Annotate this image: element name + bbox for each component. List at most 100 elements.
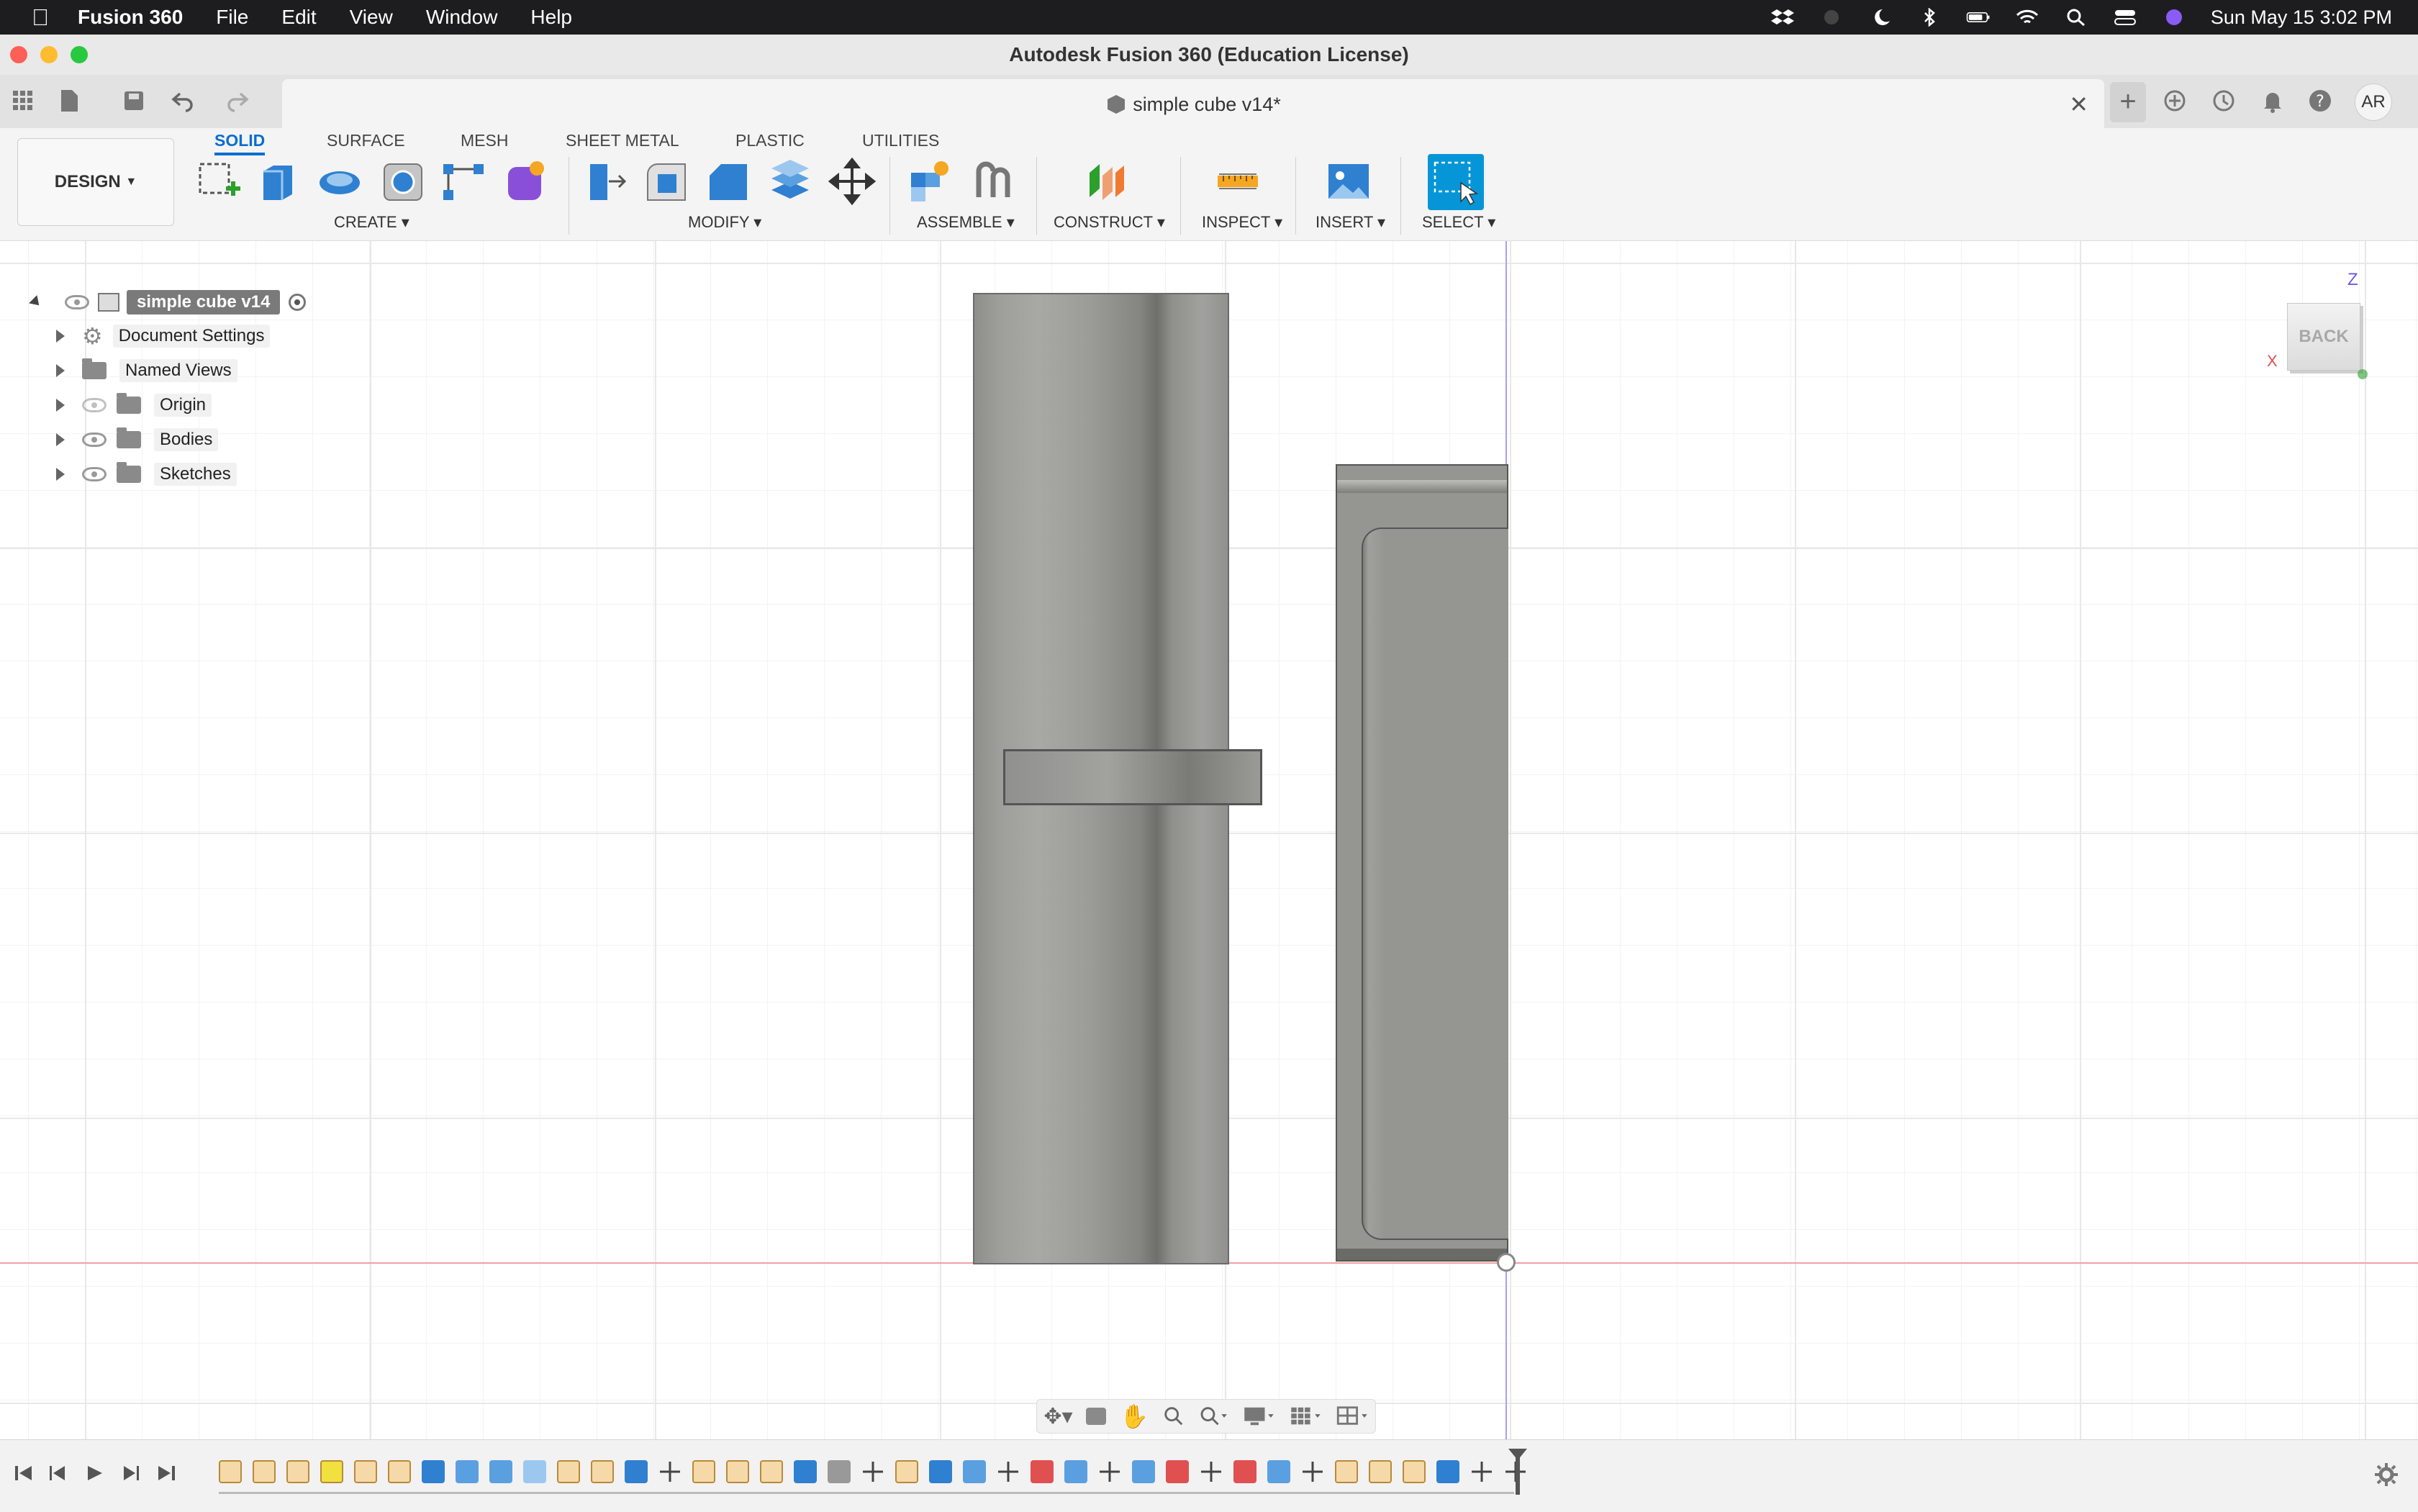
insert-group-dropdown[interactable]: INSERT ▾ (1316, 213, 1385, 232)
timeline-hole-feature-icon[interactable] (523, 1460, 546, 1483)
menu-file[interactable]: File (216, 6, 248, 29)
timeline-sketch-feature-icon[interactable] (1335, 1460, 1358, 1483)
timeline-extrude-feature-icon[interactable] (422, 1460, 445, 1483)
browser-root[interactable]: simple cube v14 (29, 286, 307, 318)
timeline-fillet-feature-icon[interactable] (456, 1460, 479, 1483)
construct-group-dropdown[interactable]: CONSTRUCT ▾ (1054, 213, 1165, 232)
press-pull-icon[interactable] (580, 157, 629, 206)
browser-item-origin[interactable]: Origin (56, 389, 212, 421)
display-settings-icon[interactable] (1242, 1405, 1275, 1428)
menu-help[interactable]: Help (530, 6, 572, 29)
spotlight-search-icon[interactable] (2064, 8, 2088, 27)
apple-icon[interactable]:  (32, 4, 49, 31)
timeline-move-feature-icon[interactable] (861, 1460, 884, 1483)
menu-window[interactable]: Window (426, 6, 498, 29)
assemble-group-dropdown[interactable]: ASSEMBLE ▾ (917, 213, 1015, 232)
viewcube[interactable]: BACK (2284, 294, 2363, 374)
visibility-eye-icon[interactable] (82, 433, 107, 447)
save-icon[interactable] (121, 88, 147, 114)
extensions-icon[interactable] (2162, 88, 2188, 114)
timeline-sketch-feature-icon[interactable] (557, 1460, 580, 1483)
timeline-sketch-feature-icon[interactable] (591, 1460, 614, 1483)
chamfer-icon[interactable] (704, 157, 753, 206)
new-tab-button[interactable]: + (2110, 82, 2146, 122)
workspace-switcher[interactable]: DESIGN ▼ (17, 138, 174, 226)
timeline-sketch-feature-icon[interactable] (726, 1460, 749, 1483)
timeline-move-feature-icon[interactable] (1098, 1460, 1121, 1483)
job-status-icon[interactable] (2211, 88, 2237, 114)
create-group-dropdown[interactable]: CREATE ▾ (334, 213, 409, 232)
create-sketch-icon[interactable] (194, 157, 243, 206)
collapse-triangle-icon[interactable] (29, 295, 43, 309)
tab-plastic[interactable]: PLASTIC (735, 128, 805, 153)
timeline-marker-head[interactable] (1508, 1449, 1527, 1460)
select-group-dropdown[interactable]: SELECT ▾ (1422, 213, 1495, 232)
timeline-play-icon[interactable] (83, 1462, 105, 1485)
timeline-fillet-feature-icon[interactable] (963, 1460, 986, 1483)
timeline-split-feature-icon[interactable] (1031, 1460, 1054, 1483)
browser-item-document-settings[interactable]: ⚙ Document Settings (56, 320, 271, 352)
tab-solid[interactable]: SOLID (214, 128, 266, 155)
insert-canvas-icon[interactable] (1324, 157, 1373, 206)
offset-plane-icon[interactable] (1082, 157, 1131, 206)
timeline-sketch-feature-icon[interactable] (388, 1460, 411, 1483)
pan-hand-icon[interactable]: ✋ (1120, 1403, 1149, 1430)
fillet-icon[interactable] (642, 157, 691, 206)
timeline-sketch-feature-icon[interactable] (895, 1460, 918, 1483)
timeline-step-back-icon[interactable] (47, 1462, 69, 1485)
modify-group-dropdown[interactable]: MODIFY ▾ (688, 213, 761, 232)
timeline-revolve-feature-icon[interactable] (489, 1460, 512, 1483)
extension-icon[interactable] (1819, 8, 1844, 27)
timeline-sketch-feature-icon[interactable] (286, 1460, 309, 1483)
browser-root-label[interactable]: simple cube v14 (127, 290, 281, 314)
file-menu-icon[interactable] (56, 88, 82, 114)
help-icon[interactable]: ? (2307, 88, 2333, 114)
block-body[interactable] (1336, 464, 1508, 1262)
timeline-extrude-feature-icon[interactable] (625, 1460, 648, 1483)
new-component-icon[interactable] (905, 157, 954, 206)
visibility-eye-icon[interactable] (65, 295, 89, 309)
timeline-sketch-active-feature-icon[interactable] (320, 1460, 343, 1483)
tab-utilities[interactable]: UTILITIES (862, 128, 939, 153)
inspect-group-dropdown[interactable]: INSPECT ▾ (1202, 213, 1282, 232)
timeline-sketch-feature-icon[interactable] (760, 1460, 783, 1483)
shell-icon[interactable] (766, 157, 815, 206)
timeline-extrude-feature-icon[interactable] (794, 1460, 817, 1483)
timeline-move-feature-icon[interactable] (997, 1460, 1020, 1483)
tab-mesh[interactable]: MESH (461, 128, 508, 153)
timeline-move-feature-icon[interactable] (658, 1460, 682, 1483)
visibility-eye-icon[interactable] (82, 467, 107, 481)
document-tab[interactable]: simple cube v14* ✕ (282, 79, 2104, 128)
timeline-sketch-feature-icon[interactable] (253, 1460, 276, 1483)
close-tab-icon[interactable]: ✕ (2069, 91, 2088, 118)
timeline-go-to-end-icon[interactable] (155, 1462, 177, 1485)
menu-edit[interactable]: Edit (281, 6, 316, 29)
dropbox-icon[interactable] (1770, 8, 1795, 27)
look-at-icon[interactable] (1086, 1408, 1107, 1425)
expand-triangle-icon[interactable] (56, 364, 65, 377)
timeline-split-feature-icon[interactable] (1233, 1460, 1256, 1483)
data-panel-grid-icon[interactable] (10, 88, 36, 114)
timeline-go-to-start-icon[interactable] (13, 1462, 35, 1485)
timeline-move-feature-icon[interactable] (1470, 1460, 1493, 1483)
fit-zoom-icon[interactable] (1198, 1405, 1228, 1428)
timeline-extrude-feature-icon[interactable] (929, 1460, 952, 1483)
expand-triangle-icon[interactable] (56, 330, 65, 343)
revolve-icon[interactable] (315, 157, 364, 206)
browser-item-bodies[interactable]: Bodies (56, 424, 219, 456)
crossbar-body[interactable] (1003, 749, 1262, 805)
create-form-icon[interactable] (501, 157, 550, 206)
timeline-sketch-feature-icon[interactable] (1403, 1460, 1426, 1483)
joint-icon[interactable] (969, 157, 1018, 206)
timeline-fillet-feature-icon[interactable] (1132, 1460, 1155, 1483)
design-canvas[interactable]: BACK Z X simple cube v14 ⚙ Document Sett… (0, 241, 2418, 1439)
timeline-sketch-feature-icon[interactable] (354, 1460, 377, 1483)
battery-icon[interactable] (1966, 8, 1991, 27)
timeline-sketch-feature-icon[interactable] (1369, 1460, 1392, 1483)
menubar-clock[interactable]: Sun May 15 3:02 PM (2211, 6, 2392, 29)
timeline-move-feature-icon[interactable] (1301, 1460, 1324, 1483)
timeline-sketch-feature-icon[interactable] (219, 1460, 242, 1483)
expand-triangle-icon[interactable] (56, 433, 65, 446)
timeline-step-forward-icon[interactable] (119, 1462, 141, 1485)
moon-icon[interactable] (1868, 8, 1893, 27)
